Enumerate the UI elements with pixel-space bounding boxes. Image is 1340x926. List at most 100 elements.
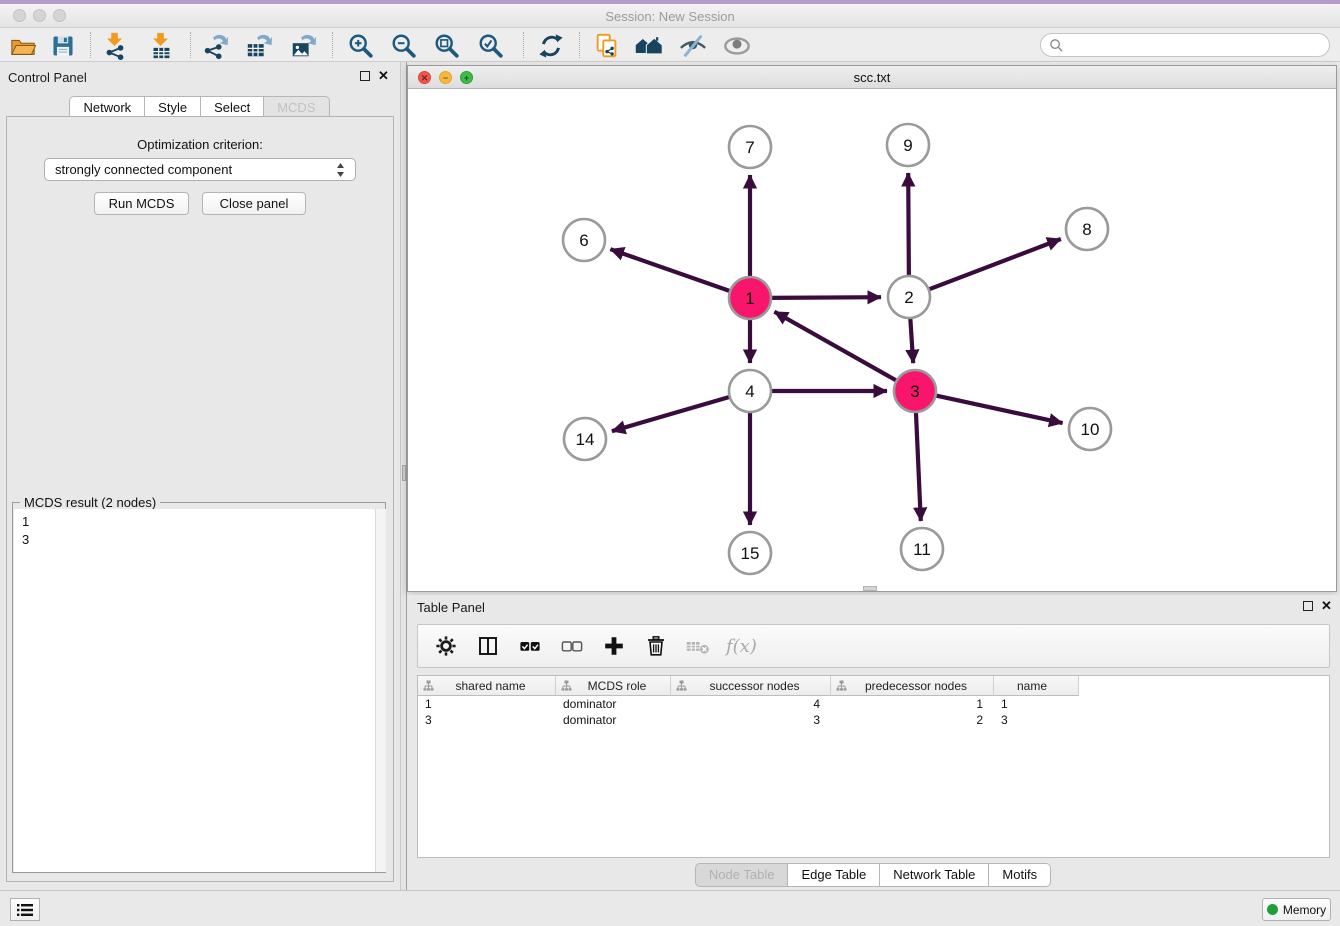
mcds-result-scrollbar[interactable] [375, 509, 386, 872]
show-columns-icon[interactable] [474, 632, 502, 660]
graph-edge-3-11[interactable] [916, 409, 921, 521]
zoom-out-icon[interactable] [389, 31, 419, 61]
close-panel-icon[interactable]: ✕ [1321, 601, 1332, 611]
table-panel-tabs: Node TableEdge TableNetwork TableMotifs [407, 863, 1340, 887]
search-input[interactable] [1064, 35, 1329, 55]
show-hidden-icon[interactable] [722, 31, 752, 61]
graph-node-label: 6 [579, 231, 588, 250]
network-canvas[interactable]: 1234678910111415 [408, 89, 1336, 591]
zoom-selected-icon[interactable] [476, 31, 506, 61]
zoom-in-icon[interactable] [346, 31, 376, 61]
tab-edge-table[interactable]: Edge Table [787, 863, 880, 887]
graph-edge-3-10[interactable] [933, 395, 1063, 423]
table-panel-header: Table Panel ✕ [407, 600, 1340, 618]
cell[interactable]: 1 [418, 696, 556, 712]
graph-edge-3-1[interactable] [774, 312, 899, 383]
panel-splitter-vertical[interactable] [400, 62, 407, 890]
column-header-shared-name[interactable]: shared name [418, 676, 556, 696]
export-table-icon[interactable] [244, 31, 274, 61]
save-session-icon[interactable] [48, 31, 78, 61]
column-header-name[interactable]: name [994, 676, 1079, 696]
node-table: shared nameMCDS role successor nodes prede… [417, 675, 1330, 858]
float-panel-icon[interactable] [1303, 601, 1313, 611]
add-column-icon[interactable] [600, 632, 628, 660]
cell[interactable]: 4 [671, 696, 831, 712]
function-builder-icon[interactable]: f(x) [726, 632, 757, 660]
graph-node-label: 3 [910, 382, 919, 401]
table-settings-icon[interactable] [432, 632, 460, 660]
task-history-button[interactable] [10, 898, 40, 921]
graph-edge-2-3[interactable] [910, 315, 913, 363]
close-panel-icon[interactable]: ✕ [378, 71, 389, 81]
refresh-glyph [537, 32, 565, 60]
export-network-icon[interactable] [200, 31, 230, 61]
eye-slash-glyph [678, 32, 708, 60]
column-header-predecessor-nodes[interactable]: predecessor nodes [831, 676, 994, 696]
column-label: name [994, 679, 1078, 693]
list-icon [17, 903, 33, 917]
cell[interactable]: dominator [556, 696, 671, 712]
cell[interactable]: 2 [831, 712, 994, 728]
memory-button[interactable]: Memory [1262, 898, 1331, 921]
cell[interactable]: 3 [671, 712, 831, 728]
graph-edge-4-14[interactable] [612, 396, 733, 431]
first-neighbors-icon[interactable] [634, 31, 664, 61]
cell[interactable]: 1 [831, 696, 994, 712]
graph-edge-1-2[interactable] [768, 297, 881, 298]
select-all-icon[interactable] [516, 632, 544, 660]
tab-network-table[interactable]: Network Table [879, 863, 989, 887]
graph-node-label: 4 [745, 382, 754, 401]
export-image-icon[interactable] [288, 31, 318, 61]
mcds-result-textarea[interactable]: 13 [14, 509, 375, 872]
table-panel-title: Table Panel [417, 600, 485, 615]
graph-node-label: 9 [903, 136, 912, 155]
graph-edge-2-9[interactable] [908, 173, 909, 279]
delete-table-icon[interactable] [684, 632, 712, 660]
search-field[interactable] [1040, 33, 1330, 57]
cell[interactable]: 1 [994, 696, 1079, 712]
gear-glyph [434, 634, 458, 658]
cell[interactable]: 3 [418, 712, 556, 728]
splitter-handle[interactable] [863, 586, 877, 591]
column-label: successor nodes [687, 679, 830, 693]
mcds-result-line: 3 [14, 531, 375, 549]
deselect-all-icon[interactable] [558, 632, 586, 660]
graph-edge-2-8[interactable] [926, 239, 1061, 291]
column-header-successor-nodes[interactable]: successor nodes [671, 676, 831, 696]
refresh-icon[interactable] [536, 31, 566, 61]
network-window-titlebar[interactable]: ✕ − + scc.txt [408, 66, 1336, 89]
open-session-icon[interactable] [8, 31, 38, 61]
import-network-glyph [101, 32, 129, 60]
import-network-icon[interactable] [100, 31, 130, 61]
close-panel-button[interactable]: Close panel [202, 192, 306, 215]
toolbar-separator [579, 32, 580, 58]
mcds-result-group: MCDS result (2 nodes) 13 [12, 502, 386, 873]
cell[interactable]: dominator [556, 712, 671, 728]
hide-selected-icon[interactable] [678, 31, 708, 61]
status-bar: Memory [0, 890, 1340, 926]
tab-node-table[interactable]: Node Table [695, 863, 789, 887]
import-table-icon[interactable] [146, 31, 176, 61]
delete-column-icon[interactable] [642, 632, 670, 660]
run-mcds-button[interactable]: Run MCDS [94, 192, 189, 215]
cell[interactable]: 3 [994, 712, 1079, 728]
criterion-value: strongly connected component [55, 162, 336, 177]
optimization-criterion-label: Optimization criterion: [0, 137, 400, 152]
zoom-fit-icon[interactable] [432, 31, 462, 61]
table-row[interactable]: 3dominator323 [418, 712, 1329, 728]
splitter-handle[interactable] [402, 465, 406, 481]
network-graph[interactable]: 1234678910111415 [408, 89, 1336, 591]
clone-network-icon[interactable] [592, 31, 622, 61]
tab-motifs[interactable]: Motifs [988, 863, 1051, 887]
criterion-dropdown[interactable]: strongly connected component [44, 158, 356, 181]
column-label: predecessor nodes [847, 679, 993, 693]
zoom-selected-glyph [477, 32, 505, 60]
column-header-MCDS-role[interactable]: MCDS role [556, 676, 671, 696]
floppy-icon [50, 33, 76, 59]
float-panel-icon[interactable] [360, 71, 370, 81]
graph-edge-1-6[interactable] [610, 249, 733, 292]
export-table-glyph [245, 32, 273, 60]
fx-label: f(x) [726, 636, 757, 657]
toolbar-separator [332, 32, 333, 58]
table-row[interactable]: 1dominator411 [418, 696, 1329, 712]
